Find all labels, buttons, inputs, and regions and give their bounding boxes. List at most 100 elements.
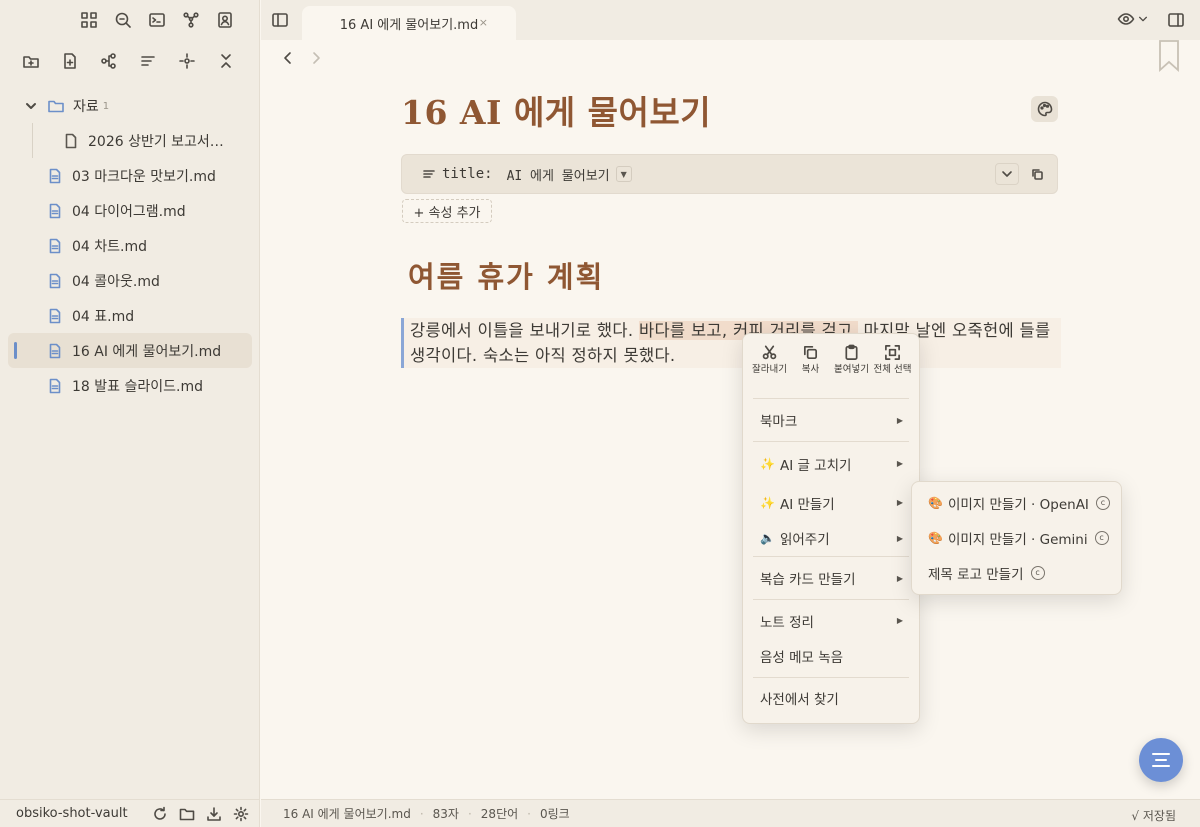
submenu-arrow-icon: ▶ bbox=[896, 533, 903, 543]
gear-icon[interactable] bbox=[232, 805, 250, 823]
folder-row[interactable]: 자료 1 bbox=[8, 88, 252, 123]
chevron-down-icon[interactable] bbox=[995, 163, 1019, 185]
new-folder-icon[interactable] bbox=[20, 49, 42, 73]
ai-create-submenu: 🎨 이미지 만들기 · OpenAI c 🎨 이미지 만들기 · Gemini … bbox=[911, 481, 1122, 595]
property-value[interactable]: AI 에게 물어보기 bbox=[507, 165, 610, 184]
submenu-item-image-openai[interactable]: 🎨 이미지 만들기 · OpenAI c bbox=[912, 485, 1121, 520]
paragraph[interactable]: 강릉에서 이틀을 보내기로 했다. 바다를 보고, 커피 거리를 걷고, 마지막… bbox=[401, 318, 1061, 368]
outline-fab-button[interactable] bbox=[1139, 738, 1183, 782]
file-label: 03 마크다운 맛보기.md bbox=[72, 168, 216, 185]
menu-item-ai-fix[interactable]: ✨ AI 글 고치기 ▶ bbox=[743, 442, 919, 485]
bookmark-icon[interactable] bbox=[1158, 40, 1180, 73]
contact-icon[interactable] bbox=[214, 8, 236, 32]
markdown-file-icon bbox=[46, 307, 64, 325]
submenu-arrow-icon: ▶ bbox=[896, 498, 903, 507]
tree-file-item-active[interactable]: 16 AI 에게 물어보기.md bbox=[8, 333, 252, 368]
tree-file-item[interactable]: 04 차트.md bbox=[8, 228, 252, 263]
menu-item-flashcards[interactable]: 복습 카드 만들기 ▶ bbox=[743, 557, 919, 599]
menu-item-bookmark[interactable]: 북마크 ▶ bbox=[743, 399, 919, 441]
copy-label: 복사 bbox=[801, 364, 820, 375]
copy-icon bbox=[802, 344, 819, 361]
file-label: 04 표.md bbox=[72, 308, 135, 325]
menu-item-ai-create[interactable]: ✨ AI 만들기 ▶ bbox=[743, 485, 919, 520]
caret-down-icon[interactable]: ▼ bbox=[615, 166, 632, 182]
sparkle-icon: ✨ bbox=[760, 495, 775, 510]
speaker-icon: 🔈 bbox=[760, 531, 775, 545]
paste-label: 붙여넣기 bbox=[834, 364, 869, 375]
properties-panel: title: AI 에게 물어보기 ▼ bbox=[401, 154, 1058, 194]
search-icon[interactable] bbox=[112, 8, 134, 32]
history-nav bbox=[281, 50, 323, 66]
folder-icon bbox=[47, 97, 65, 115]
menu-item-label: 노트 정리 bbox=[760, 614, 814, 631]
close-icon[interactable]: × bbox=[479, 16, 488, 29]
menu-lines-icon bbox=[1151, 751, 1171, 769]
sidebar-toggle-icon[interactable] bbox=[270, 10, 290, 30]
chevron-down-icon bbox=[1138, 14, 1148, 24]
file-label: 16 AI 에게 물어보기.md bbox=[72, 343, 222, 360]
saved-status: √ 저장됨 bbox=[1131, 809, 1176, 823]
status-separator: · bbox=[527, 806, 531, 821]
property-key[interactable]: title: bbox=[442, 166, 493, 182]
cut-label: 잘라내기 bbox=[752, 364, 787, 375]
theme-palette-button[interactable] bbox=[1031, 96, 1058, 122]
file-label: 2026 상반기 보고서… bbox=[88, 133, 224, 150]
folder-open-icon[interactable] bbox=[178, 805, 196, 823]
submenu-item-image-gemini[interactable]: 🎨 이미지 만들기 · Gemini c bbox=[912, 520, 1121, 555]
refresh-icon[interactable] bbox=[151, 805, 169, 823]
tree-file-item[interactable]: 18 발표 슬라이드.md bbox=[8, 368, 252, 403]
copy-icon[interactable] bbox=[1025, 163, 1049, 185]
tree-file-item[interactable]: 04 콜아웃.md bbox=[8, 263, 252, 298]
submenu-item-title-logo[interactable]: 제목 로고 만들기 c bbox=[912, 555, 1121, 590]
palette-icon bbox=[1037, 101, 1053, 117]
menu-item-voice-memo[interactable]: 음성 메모 녹음 bbox=[743, 641, 919, 671]
file-actions-toolbar bbox=[20, 49, 237, 73]
file-icon bbox=[62, 132, 80, 150]
credit-badge: c bbox=[1094, 530, 1109, 545]
back-arrow-icon[interactable] bbox=[281, 50, 295, 66]
markdown-file-icon bbox=[46, 342, 64, 360]
locate-icon[interactable] bbox=[176, 49, 198, 73]
forward-arrow-icon[interactable] bbox=[309, 50, 323, 66]
file-label: 18 발표 슬라이드.md bbox=[72, 378, 203, 395]
menu-item-dictionary[interactable]: 사전에서 찾기 bbox=[743, 678, 919, 718]
vault-name[interactable]: obsiko-shot-vault bbox=[16, 806, 151, 821]
tree-file-item[interactable]: 04 표.md bbox=[8, 298, 252, 333]
tab-title: 16 AI 에게 물어보기.md bbox=[339, 17, 479, 33]
download-icon[interactable] bbox=[205, 805, 223, 823]
page-title: 16 AI 에게 물어보기 bbox=[401, 93, 712, 132]
select-all-icon bbox=[884, 344, 901, 361]
menu-item-note-cleanup[interactable]: 노트 정리 ▶ bbox=[743, 600, 919, 641]
collapse-icon[interactable] bbox=[215, 49, 237, 73]
scissors-icon bbox=[761, 344, 778, 361]
copy-button[interactable]: 복사 bbox=[791, 344, 831, 398]
new-file-icon[interactable] bbox=[59, 49, 81, 73]
markdown-file-icon bbox=[46, 237, 64, 255]
tree-file-item[interactable]: 04 다이어그램.md bbox=[8, 193, 252, 228]
select-all-button[interactable]: 전체 선택 bbox=[873, 344, 913, 398]
outline-icon[interactable] bbox=[98, 49, 120, 73]
markdown-file-icon bbox=[46, 167, 64, 185]
chevron-down-icon[interactable] bbox=[25, 100, 37, 112]
menu-item-label: 북마크 bbox=[760, 414, 798, 430]
terminal-icon[interactable] bbox=[146, 8, 168, 32]
tree-file-item[interactable]: 03 마크다운 맛보기.md bbox=[8, 158, 252, 193]
tab-active[interactable]: 16 AI 에게 물어보기.md × bbox=[302, 6, 516, 40]
paste-button[interactable]: 붙여넣기 bbox=[832, 344, 872, 398]
grid-icon[interactable] bbox=[78, 8, 100, 32]
view-mode-toggle[interactable] bbox=[1117, 10, 1148, 28]
status-char-count: 83자 bbox=[432, 807, 459, 821]
status-separator: · bbox=[419, 806, 424, 821]
tree-file-item[interactable]: 2026 상반기 보고서… bbox=[8, 123, 252, 158]
submenu-item-label: 이미지 만들기 · Gemini bbox=[947, 531, 1088, 548]
cut-button[interactable]: 잘라내기 bbox=[750, 344, 790, 398]
menu-item-read-aloud[interactable]: 🔈 읽어주기 ▶ bbox=[743, 520, 919, 556]
submenu-item-label: 이미지 만들기 · OpenAI bbox=[947, 496, 1089, 513]
sidebar: 자료 1 2026 상반기 보고서… 03 마크다운 맛보기.md 04 다이어… bbox=[0, 0, 260, 827]
add-property-button[interactable]: + 속성 추가 bbox=[402, 199, 492, 223]
graph-icon[interactable] bbox=[180, 8, 202, 32]
sidebar-top-toolbar bbox=[78, 8, 236, 32]
sort-icon[interactable] bbox=[137, 49, 159, 73]
submenu-arrow-icon: ▶ bbox=[896, 616, 903, 625]
right-sidebar-toggle-icon[interactable] bbox=[1166, 10, 1186, 30]
